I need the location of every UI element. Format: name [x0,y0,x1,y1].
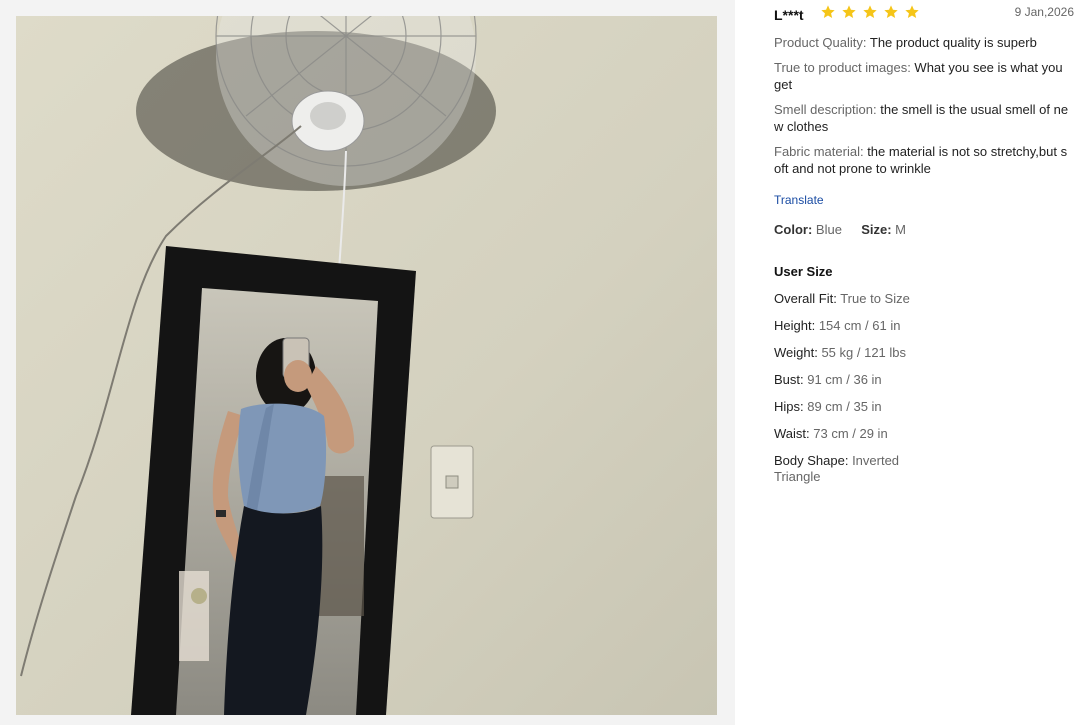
review-date: 9 Jan,2026 [1014,5,1074,19]
star-icon [821,5,835,18]
attribute-key: Fabric material: [774,144,864,159]
review-photo[interactable] [16,16,717,715]
user-size-value: 73 cm / 29 in [809,426,888,441]
review-page: L***t 9 Jan,2026 Product Quality: The pr… [0,0,1081,725]
review-attribute: True to product images: What you see is … [774,59,1070,93]
attribute-key: Smell description: [774,102,877,117]
user-size-list: Overall Fit: True to Size Height: 154 cm … [774,291,934,496]
star-icon [863,5,877,18]
review-attribute: Fabric material: the material is not so … [774,143,1070,177]
user-size-key: Waist: [774,426,810,441]
user-size-key: Overall Fit: [774,291,837,306]
review-header: L***t 9 Jan,2026 [774,4,1074,26]
photo-illustration [16,16,717,715]
user-size-value: 91 cm / 36 in [803,372,882,387]
user-size-title: User Size [774,264,833,279]
sku-info: Color: Blue Size: M [774,222,906,237]
photo-frame [0,0,735,725]
review-attribute: Smell description: the smell is the usua… [774,101,1070,135]
user-size-value: True to Size [836,291,910,306]
user-size-row: Body Shape: Inverted Triangle [774,453,934,485]
user-size-value: 89 cm / 35 in [803,399,882,414]
color-key: Color: [774,222,813,237]
reviewer-name: L***t [774,7,804,23]
user-size-row: Hips: 89 cm / 35 in [774,399,934,415]
review-attributes: Product Quality: The product quality is … [774,34,1070,185]
user-size-row: Bust: 91 cm / 36 in [774,372,934,388]
star-icon [842,5,856,18]
user-size-key: Bust: [774,372,804,387]
star-icon [905,5,919,18]
user-size-row: Overall Fit: True to Size [774,291,934,307]
user-size-key: Body Shape: [774,453,849,468]
color-value: Blue [815,222,842,237]
star-icon [884,5,898,18]
user-size-row: Weight: 55 kg / 121 lbs [774,345,934,361]
user-size-row: Waist: 73 cm / 29 in [774,426,934,442]
star-rating [820,4,925,22]
review-attribute: Product Quality: The product quality is … [774,34,1070,51]
size-key: Size: [861,222,892,237]
attribute-value: The product quality is superb [866,35,1037,50]
attribute-key: True to product images: [774,60,911,75]
attribute-key: Product Quality: [774,35,867,50]
user-size-value: 55 kg / 121 lbs [817,345,907,360]
user-size-key: Weight: [774,345,818,360]
user-size-key: Hips: [774,399,804,414]
size-value: M [895,222,906,237]
translate-link[interactable]: Translate [774,193,824,207]
user-size-row: Height: 154 cm / 61 in [774,318,934,334]
user-size-value: 154 cm / 61 in [815,318,901,333]
user-size-key: Height: [774,318,816,333]
